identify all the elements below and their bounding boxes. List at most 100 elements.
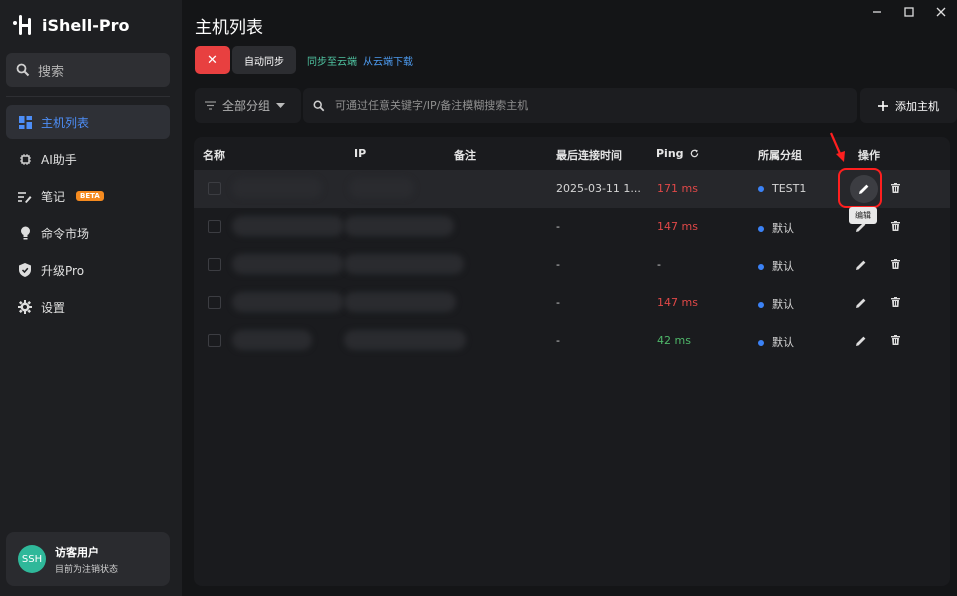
- blurred-host-name: [232, 178, 322, 198]
- edit-button[interactable]: [851, 255, 871, 275]
- minimize-button[interactable]: [861, 0, 893, 24]
- sidebar-item-ai-assistant[interactable]: AI助手: [6, 142, 170, 176]
- delete-button[interactable]: [888, 257, 902, 271]
- row-checkbox[interactable]: [208, 296, 221, 309]
- shield-icon: [18, 263, 32, 277]
- maximize-button[interactable]: [893, 0, 925, 24]
- sidebar-item-notes[interactable]: 笔记 BETA: [6, 179, 170, 213]
- sync-to-cloud-link[interactable]: 同步至云端: [307, 53, 357, 68]
- sidebar-item-label: 命令市场: [41, 226, 90, 241]
- maximize-icon: [904, 7, 914, 17]
- beta-badge: BETA: [76, 191, 104, 201]
- sidebar-item-upgrade-pro[interactable]: 升级Pro: [6, 253, 170, 287]
- group-name: 默认: [772, 336, 794, 349]
- group-name: 默认: [772, 260, 794, 273]
- pencil-icon: [856, 336, 866, 346]
- group-name: 默认: [772, 298, 794, 311]
- sidebar-item-command-market[interactable]: 命令市场: [6, 216, 170, 250]
- group-name: 默认: [772, 222, 794, 235]
- app-logo: iShell-Pro: [10, 12, 129, 38]
- row-checkbox[interactable]: [208, 258, 221, 271]
- edit-button[interactable]: [851, 293, 871, 313]
- pencil-icon: [856, 260, 866, 270]
- group-label: 默认: [758, 220, 794, 236]
- user-card[interactable]: SSH 访客用户 目前为注销状态: [6, 532, 170, 586]
- column-header-ping[interactable]: Ping: [656, 147, 699, 160]
- plus-icon: [878, 100, 888, 111]
- annotation-highlight-box: [838, 168, 882, 208]
- edit-tooltip: 编辑: [849, 207, 877, 224]
- group-label: 默认: [758, 258, 794, 274]
- blurred-host-ip: [349, 178, 414, 198]
- sidebar-search-label: 搜索: [38, 64, 65, 80]
- last-connection-time: 2025-03-11 1...: [556, 182, 641, 195]
- delete-button[interactable]: [888, 219, 902, 233]
- add-host-button[interactable]: 添加主机: [860, 88, 957, 123]
- blurred-host-ip: [344, 254, 464, 274]
- group-label: 默认: [758, 296, 794, 312]
- group-filter-select[interactable]: 全部分组: [195, 88, 301, 123]
- group-dot-icon: [758, 186, 764, 192]
- ping-value: 42 ms: [657, 334, 691, 347]
- blurred-host-ip: [344, 330, 466, 350]
- sidebar-nav: 主机列表 AI助手 笔记 BETA 命令市场 升级Pro 设置: [6, 105, 170, 327]
- sidebar-divider: [6, 96, 170, 97]
- trash-icon: [890, 259, 900, 269]
- add-host-label: 添加主机: [895, 99, 939, 113]
- auto-sync-toggle-off-button[interactable]: ✕: [195, 46, 230, 74]
- close-icon: [936, 7, 946, 17]
- close-window-button[interactable]: [925, 0, 957, 24]
- sidebar: iShell-Pro 搜索 主机列表 AI助手 笔记 BETA 命令市场 升级P…: [0, 0, 182, 596]
- page-title: 主机列表: [195, 18, 263, 38]
- sidebar-search[interactable]: 搜索: [6, 53, 170, 87]
- delete-button[interactable]: [888, 333, 902, 347]
- row-checkbox[interactable]: [208, 220, 221, 233]
- table-row[interactable]: - 147 ms 默认: [194, 208, 950, 246]
- last-connection-time: -: [556, 334, 560, 347]
- ping-value: 171 ms: [657, 182, 698, 195]
- search-icon: [16, 63, 30, 77]
- window-controls: [861, 0, 957, 24]
- sidebar-item-label: AI助手: [41, 152, 77, 167]
- sidebar-item-settings[interactable]: 设置: [6, 290, 170, 324]
- blurred-host-name: [232, 330, 312, 350]
- group-dot-icon: [758, 340, 764, 346]
- row-checkbox[interactable]: [208, 334, 221, 347]
- sidebar-item-host-list[interactable]: 主机列表: [6, 105, 170, 139]
- ping-value: 147 ms: [657, 220, 698, 233]
- table-row[interactable]: 2025-03-11 1... 171 ms TEST1: [194, 170, 950, 208]
- column-header-last-connection: 最后连接时间: [556, 149, 622, 162]
- ishell-logo-icon: [10, 12, 36, 38]
- note-icon: [18, 189, 32, 203]
- chip-icon: [18, 152, 32, 166]
- group-label: TEST1: [758, 182, 806, 195]
- sidebar-item-label: 升级Pro: [41, 263, 85, 278]
- trash-icon: [890, 183, 900, 193]
- blurred-host-name: [232, 254, 344, 274]
- group-label: 默认: [758, 334, 794, 350]
- table-row[interactable]: - 42 ms 默认: [194, 322, 950, 360]
- auto-sync-button[interactable]: 自动同步: [232, 46, 296, 74]
- main-content: 主机列表 ✕ 自动同步 同步至云端 从云端下载 全部分组 可通过任意关键字/IP…: [182, 0, 957, 596]
- gear-icon: [18, 300, 32, 314]
- blurred-host-name: [232, 216, 344, 236]
- host-search: [303, 88, 857, 123]
- table-row[interactable]: - 147 ms 默认: [194, 284, 950, 322]
- ping-value: 147 ms: [657, 296, 698, 309]
- ping-header-label: Ping: [656, 147, 684, 160]
- annotation-arrow-icon: [829, 132, 845, 162]
- host-search-input[interactable]: [335, 99, 835, 112]
- row-checkbox[interactable]: [208, 182, 221, 195]
- host-table: 名称 IP 备注 最后连接时间 Ping 所属分组 操作 2025-03-11 …: [194, 137, 950, 586]
- last-connection-time: -: [556, 296, 560, 309]
- delete-button[interactable]: [888, 181, 902, 195]
- group-filter-value: 全部分组: [222, 99, 271, 113]
- user-info: 访客用户 目前为注销状态: [55, 544, 118, 575]
- column-header-actions: 操作: [858, 149, 880, 162]
- edit-button[interactable]: [851, 331, 871, 351]
- download-from-cloud-link[interactable]: 从云端下载: [363, 53, 413, 68]
- delete-button[interactable]: [888, 295, 902, 309]
- minimize-icon: [873, 11, 881, 13]
- table-row[interactable]: - - 默认: [194, 246, 950, 284]
- refresh-icon[interactable]: [690, 149, 699, 158]
